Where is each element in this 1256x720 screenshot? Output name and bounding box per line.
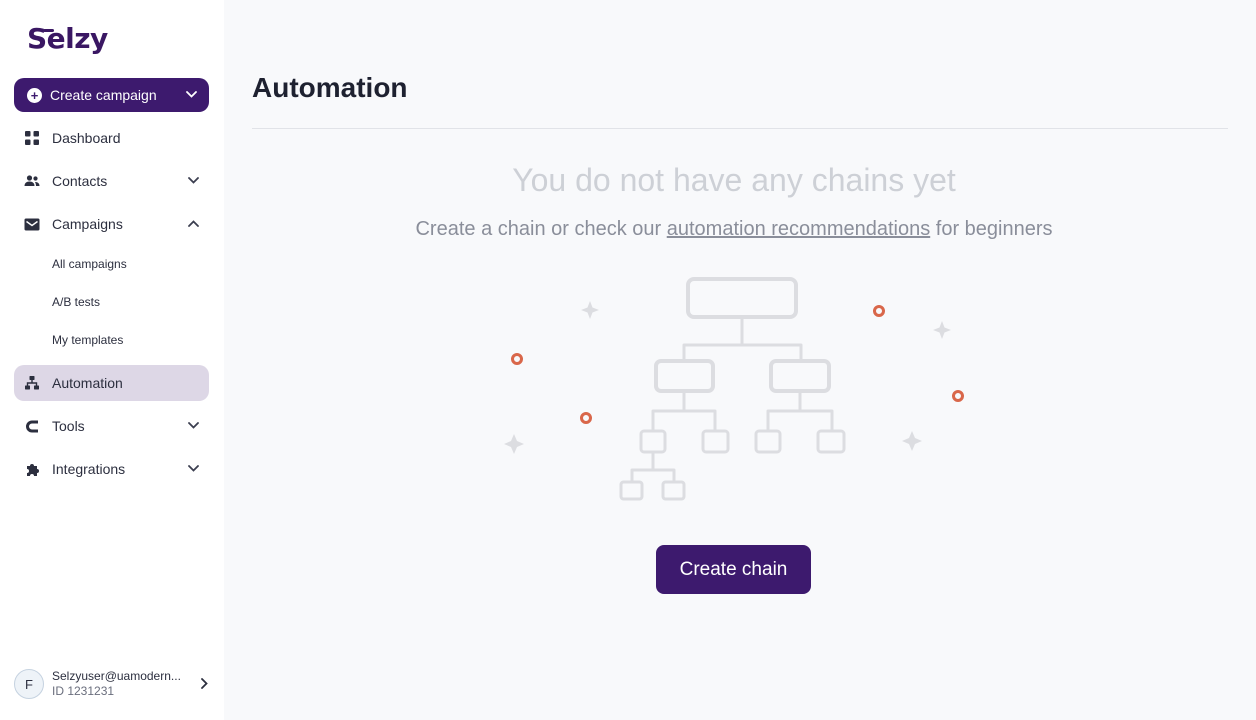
- sitemap-icon: [24, 375, 40, 391]
- title-divider: [252, 128, 1228, 129]
- empty-state-text-after: for beginners: [930, 218, 1053, 240]
- sparkle-icon: [504, 434, 524, 454]
- puzzle-icon: [24, 461, 40, 477]
- create-campaign-label: Create campaign: [50, 87, 157, 103]
- chevron-down-icon: [188, 463, 199, 475]
- sidebar-item-dashboard[interactable]: Dashboard: [14, 120, 209, 156]
- sparkle-icon: [933, 321, 951, 339]
- sidebar-item-label: Dashboard: [52, 130, 121, 146]
- sidebar-subitem-all-campaigns[interactable]: All campaigns: [14, 245, 209, 283]
- dot-decorations: [511, 305, 964, 424]
- orange-ring-dot: [511, 353, 523, 365]
- sparkle-icon: [581, 301, 599, 319]
- magnet-icon: [24, 418, 40, 434]
- chevron-down-icon: [188, 175, 199, 187]
- sidebar-subitem-my-templates[interactable]: My templates: [14, 321, 209, 359]
- sidebar-item-campaigns[interactable]: Campaigns: [14, 206, 209, 242]
- chevron-down-icon: [188, 420, 199, 432]
- sidebar-item-automation[interactable]: Automation: [14, 365, 209, 401]
- sidebar-item-contacts[interactable]: Contacts: [14, 163, 209, 199]
- chevron-up-icon: [188, 218, 199, 230]
- orange-ring-dot: [580, 412, 592, 424]
- empty-state-text-before: Create a chain or check our: [415, 218, 667, 240]
- create-campaign-button[interactable]: + Create campaign: [14, 78, 209, 112]
- empty-state-title: You do not have any chains yet: [512, 162, 956, 198]
- user-account-menu[interactable]: F Selzyuser@uamodern... ID 1231231: [14, 666, 214, 702]
- user-id: ID 1231231: [52, 684, 115, 698]
- sidebar-item-tools[interactable]: Tools: [14, 408, 209, 444]
- create-chain-button[interactable]: Create chain: [656, 545, 811, 594]
- logo[interactable]: Selzy: [27, 22, 108, 55]
- page-title: Automation: [252, 72, 408, 103]
- sidebar-item-integrations[interactable]: Integrations: [14, 451, 209, 487]
- sidebar-item-label: Tools: [52, 418, 85, 434]
- mail-icon: [24, 216, 40, 232]
- orange-ring-dot: [952, 390, 964, 402]
- plus-icon: +: [27, 87, 42, 103]
- sidebar-subitem-ab-tests[interactable]: A/B tests: [14, 283, 209, 321]
- grid-icon: [24, 130, 40, 146]
- logo-accent: [43, 29, 54, 32]
- sparkle-icon: [902, 431, 922, 451]
- sidebar-item-label: Campaigns: [52, 216, 123, 232]
- chevron-right-icon: [201, 677, 208, 692]
- chevron-down-icon: [186, 89, 197, 101]
- empty-state-subtitle: Create a chain or check our automation r…: [252, 218, 1216, 241]
- app-root: Selzy + Create campaign Dashboard Contac…: [0, 0, 1256, 720]
- avatar: F: [14, 669, 44, 699]
- sidebar-nav: Dashboard Contacts Campaigns All campaig…: [14, 120, 209, 494]
- user-email: Selzyuser@uamodern...: [52, 669, 181, 683]
- empty-chain-illustration: [504, 277, 964, 501]
- campaigns-subnav: All campaigns A/B tests My templates: [14, 245, 209, 359]
- people-icon: [24, 173, 40, 189]
- automation-recommendations-link[interactable]: automation recommendations: [667, 218, 930, 240]
- chain-tree-graphic: [619, 277, 846, 501]
- sidebar: Selzy + Create campaign Dashboard Contac…: [0, 0, 224, 720]
- user-info: Selzyuser@uamodern... ID 1231231: [52, 669, 201, 699]
- sidebar-item-label: Contacts: [52, 173, 108, 189]
- sidebar-item-label: Integrations: [52, 461, 126, 477]
- orange-ring-dot: [873, 305, 885, 317]
- sidebar-item-label: Automation: [52, 375, 123, 391]
